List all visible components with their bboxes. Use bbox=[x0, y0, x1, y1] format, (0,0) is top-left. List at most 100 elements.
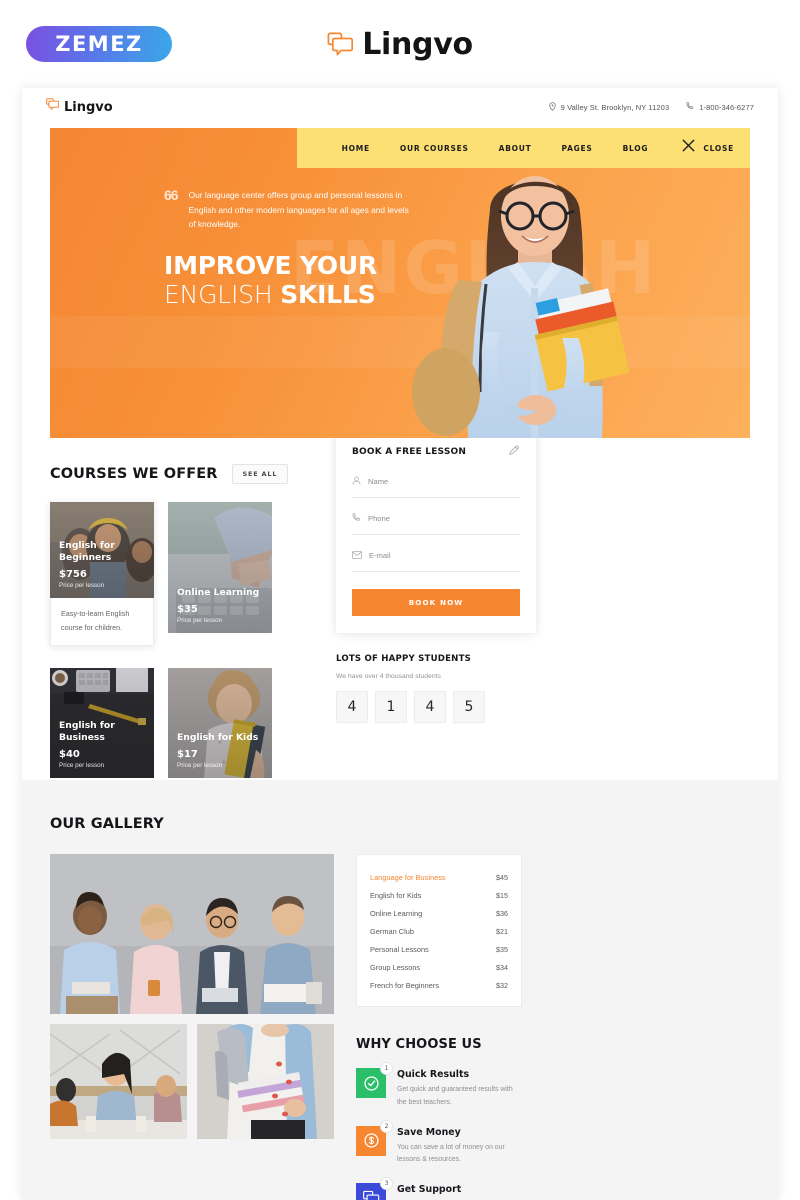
counter-digit: 4 bbox=[336, 691, 368, 723]
price-row-amount: $35 bbox=[496, 944, 508, 954]
course-card-grid: English for Beginners $756 Price per les… bbox=[50, 502, 310, 779]
course-card-image: English for Beginners $756 Price per les… bbox=[50, 502, 154, 598]
course-card-price: $756 bbox=[59, 569, 87, 580]
price-row-amount: $32 bbox=[496, 980, 508, 990]
gallery-image-small[interactable] bbox=[197, 1024, 334, 1139]
header-phone[interactable]: 1-800-346-6277 bbox=[686, 102, 754, 112]
price-row[interactable]: Group Lessons $34 bbox=[370, 958, 508, 976]
price-row-amount: $34 bbox=[496, 962, 508, 972]
envelope-icon bbox=[352, 546, 362, 564]
price-row-name: German Club bbox=[370, 926, 414, 936]
price-row[interactable]: German Club $21 bbox=[370, 922, 508, 940]
course-card[interactable]: Online Learning $35 Price per lesson bbox=[168, 502, 272, 646]
booking-name-field[interactable]: Name bbox=[352, 461, 520, 498]
price-row[interactable]: Language for Business $45 bbox=[370, 868, 508, 886]
gallery-grid bbox=[50, 854, 334, 1200]
course-card-price: $17 bbox=[177, 749, 198, 761]
booking-email-placeholder: E-mail bbox=[369, 550, 391, 560]
phone-icon bbox=[686, 102, 694, 112]
page-container: Lingvo 9 Valley St. Brooklyn, NY 11203 1… bbox=[22, 88, 778, 1200]
course-card-unit: Price per lesson bbox=[177, 762, 223, 770]
happy-students-block: LOTS OF HAPPY STUDENTS We have over 4 th… bbox=[336, 654, 536, 723]
content-columns: COURSES WE OFFER SEE ALL English for Beg… bbox=[22, 428, 778, 779]
hero-headline-line2-bold: SKILLS bbox=[280, 279, 376, 309]
course-card-unit: Price per lesson bbox=[59, 582, 105, 589]
close-x-icon bbox=[681, 138, 696, 158]
gallery-title: OUR GALLERY bbox=[50, 816, 164, 832]
hero-copy: 66 Our language center offers group and … bbox=[164, 187, 414, 310]
see-all-button[interactable]: SEE ALL bbox=[231, 464, 289, 484]
header-address: 9 Valley St. Brooklyn, NY 11203 bbox=[548, 101, 670, 113]
map-pin-icon bbox=[548, 101, 556, 113]
course-card[interactable]: English for Business $40 Price per lesso… bbox=[50, 668, 154, 779]
header-phone-text: 1-800-346-6277 bbox=[699, 102, 754, 112]
course-card-image: English for Kids $17 Price per lesson bbox=[168, 668, 272, 779]
nav-close-button[interactable]: CLOSE bbox=[663, 138, 734, 158]
price-row-amount: $36 bbox=[496, 908, 508, 918]
counter-digit: 5 bbox=[453, 691, 485, 723]
course-card-name: Online Learning bbox=[177, 586, 260, 598]
price-row-name: Online Learning bbox=[370, 908, 423, 918]
hero-headline-line1: IMPROVE YOUR bbox=[164, 251, 378, 281]
course-card-unit: Price per lesson bbox=[59, 762, 105, 770]
nav-item-pages[interactable]: PAGES bbox=[547, 144, 608, 153]
gallery-image-small[interactable] bbox=[50, 1024, 187, 1139]
brand-header: Lingvo bbox=[0, 27, 800, 62]
speech-bubble-icon bbox=[46, 98, 60, 116]
pencil-icon bbox=[508, 443, 520, 461]
course-card-unit: Price per lesson bbox=[177, 617, 223, 624]
price-row-amount: $45 bbox=[496, 872, 508, 882]
hero-subtitle: Our language center offers group and per… bbox=[188, 190, 409, 230]
booking-phone-placeholder: Phone bbox=[368, 513, 390, 523]
booking-name-placeholder: Name bbox=[368, 476, 389, 486]
why-choose-text: You can save a lot of money on our lesso… bbox=[397, 1143, 505, 1164]
courses-section: COURSES WE OFFER SEE ALL English for Beg… bbox=[50, 464, 310, 779]
counter-digit: 4 bbox=[414, 691, 446, 723]
booking-email-field[interactable]: E-mail bbox=[352, 535, 520, 572]
price-row[interactable]: English for Kids $15 bbox=[370, 886, 508, 904]
course-card-image: English for Business $40 Price per lesso… bbox=[50, 668, 154, 779]
why-choose-item: 3 Get Support Our staff and teachers are… bbox=[356, 1177, 522, 1200]
why-choose-heading: Get Support bbox=[397, 1184, 462, 1196]
hero-student-photo bbox=[410, 142, 658, 438]
gallery-image-large[interactable] bbox=[50, 854, 334, 1014]
booking-phone-field[interactable]: Phone bbox=[352, 498, 520, 535]
why-choose-badge: 3 bbox=[380, 1177, 393, 1191]
why-choose-us-section: WHY CHOOSE US 1 Quick Results Get quick … bbox=[356, 1037, 522, 1200]
book-now-button[interactable]: BOOK NOW bbox=[352, 589, 520, 616]
gallery-section: OUR GALLERY Language for Business $45 En… bbox=[22, 780, 778, 1200]
price-row[interactable]: Personal Lessons $35 bbox=[370, 940, 508, 958]
why-choose-heading: Quick Results bbox=[397, 1069, 470, 1080]
price-row-amount: $15 bbox=[496, 890, 508, 900]
hero-headline-line2-thin: ENGLISH bbox=[164, 279, 273, 309]
main-navigation[interactable]: HOME OUR COURSES ABOUT PAGES BLOG CLOSE bbox=[296, 128, 750, 168]
price-row-name: Language for Business bbox=[370, 872, 446, 882]
price-row-name: Group Lessons bbox=[370, 962, 421, 972]
nav-item-about[interactable]: ABOUT bbox=[484, 144, 547, 153]
nav-item-home[interactable]: HOME bbox=[327, 144, 385, 153]
hero-banner: ENGLISH HOME OUR COURSES ABOUT PAGES BLO… bbox=[50, 128, 750, 438]
site-logo[interactable]: Lingvo bbox=[46, 98, 113, 116]
nav-item-blog[interactable]: BLOG bbox=[608, 144, 664, 153]
hero-headline: IMPROVE YOUR ENGLISH SKILLS bbox=[164, 252, 414, 310]
booking-form: BOOK A FREE LESSON Name Phone E-mail BOO… bbox=[336, 428, 536, 633]
phone-icon bbox=[352, 509, 361, 527]
course-card[interactable]: English for Beginners $756 Price per les… bbox=[50, 502, 154, 647]
sidebar-column: BOOK A FREE LESSON Name Phone E-mail BOO… bbox=[336, 428, 536, 778]
price-row[interactable]: French for Beginners $32 bbox=[370, 976, 508, 994]
price-row-name: English for Kids bbox=[370, 890, 422, 900]
nav-item-our-courses[interactable]: OUR COURSES bbox=[385, 144, 484, 153]
course-card-description: Easy-to-learn English course for childre… bbox=[50, 598, 154, 647]
happy-students-title: LOTS OF HAPPY STUDENTS bbox=[336, 654, 472, 664]
courses-header: COURSES WE OFFER SEE ALL bbox=[50, 464, 310, 484]
sidebar-right: Language for Business $45 English for Ki… bbox=[356, 854, 522, 1200]
happy-students-subtitle: We have over 4 thousand students bbox=[336, 673, 441, 680]
price-row-amount: $21 bbox=[496, 926, 508, 936]
price-row[interactable]: Online Learning $36 bbox=[370, 904, 508, 922]
student-counter: 4 1 4 5 bbox=[336, 691, 536, 723]
course-card[interactable]: English for Kids $17 Price per lesson bbox=[168, 668, 272, 779]
course-card-price: $35 bbox=[177, 604, 198, 615]
price-row-name: French for Beginners bbox=[370, 980, 440, 990]
price-list: Language for Business $45 English for Ki… bbox=[356, 854, 522, 1007]
course-card-name: English for Business bbox=[59, 720, 115, 743]
